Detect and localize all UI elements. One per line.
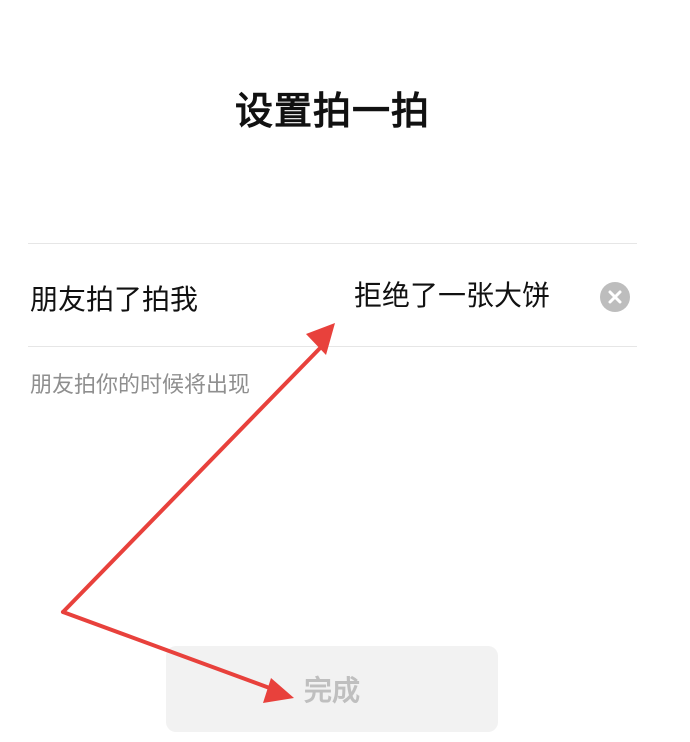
hint-text: 朋友拍你的时候将出现 — [30, 373, 251, 398]
clear-icon[interactable] — [600, 282, 630, 312]
pat-prefix-label: 朋友拍了拍我 — [30, 283, 199, 316]
bottom-divider — [28, 346, 637, 347]
pat-setting-row: 朋友拍了拍我 — [28, 244, 637, 346]
pat-suffix-input[interactable] — [354, 274, 594, 314]
done-button[interactable]: 完成 — [166, 646, 498, 732]
clear-x-glyph — [608, 290, 622, 304]
page-title: 设置拍一拍 — [234, 89, 430, 133]
